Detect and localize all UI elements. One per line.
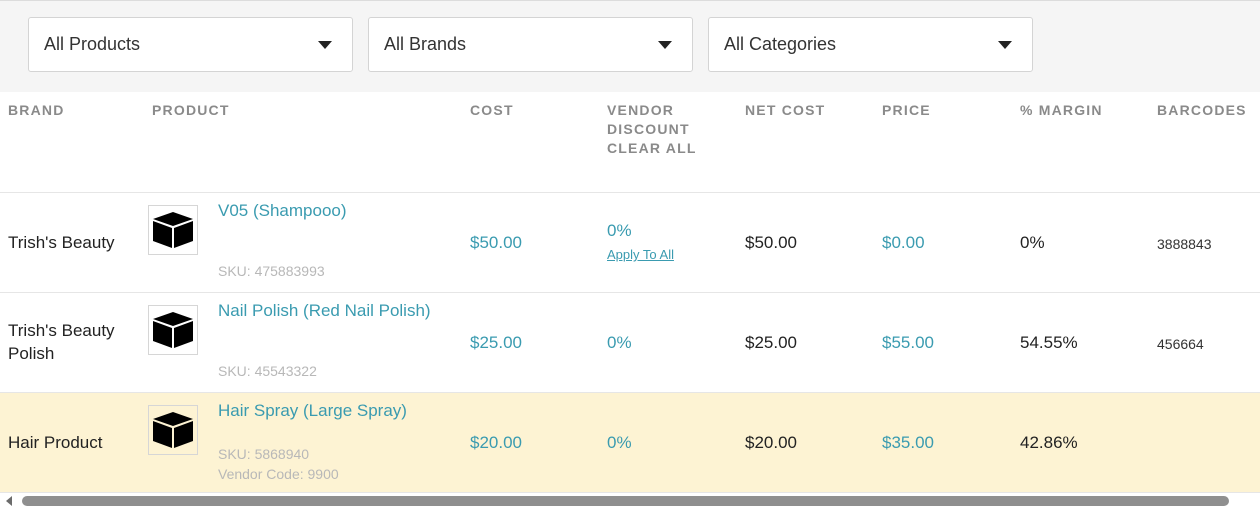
vendor-discount-label-line1: VENDOR bbox=[607, 102, 675, 118]
product-name-link[interactable]: Hair Spray (Large Spray) bbox=[218, 399, 407, 422]
column-header-price[interactable]: PRICE bbox=[882, 101, 931, 120]
product-thumbnail[interactable] bbox=[148, 205, 198, 255]
categories-filter-value: All Categories bbox=[724, 34, 837, 54]
column-header-brand[interactable]: BRAND bbox=[8, 101, 65, 120]
box-icon bbox=[153, 312, 193, 348]
caret-down-icon bbox=[318, 41, 332, 49]
product-name-link[interactable]: Nail Polish (Red Nail Polish) bbox=[218, 299, 431, 322]
table-row[interactable]: Hair Product Hair Spray (Large Spray) SK… bbox=[0, 393, 1260, 493]
cost-value[interactable]: $50.00 bbox=[470, 231, 522, 254]
cost-value[interactable]: $20.00 bbox=[470, 431, 522, 454]
categories-filter-select[interactable]: All Categories bbox=[708, 17, 1033, 72]
vendor-discount-value[interactable]: 0% bbox=[607, 219, 632, 242]
product-sku: SKU: 475883993 bbox=[218, 263, 325, 279]
column-header-barcodes[interactable]: BARCODES bbox=[1157, 101, 1247, 120]
product-thumbnail[interactable] bbox=[148, 305, 198, 355]
vendor-code: Vendor Code: 9900 bbox=[218, 466, 339, 482]
box-icon bbox=[153, 412, 193, 448]
margin-value: 54.55% bbox=[1020, 333, 1078, 352]
scroll-left-arrow-icon[interactable] bbox=[6, 496, 12, 506]
vendor-discount-label-line2: DISCOUNT bbox=[607, 121, 690, 137]
table-header: BRAND PRODUCT COST VENDOR DISCOUNT CLEAR… bbox=[0, 92, 1260, 193]
apply-to-all-link[interactable]: Apply To All bbox=[607, 247, 674, 262]
vendor-discount-value[interactable]: 0% bbox=[607, 331, 632, 354]
product-sku: SKU: 5868940 bbox=[218, 446, 310, 462]
net-cost-value: $25.00 bbox=[745, 333, 797, 352]
brand-cell: Trish's Beauty bbox=[8, 233, 115, 252]
horizontal-scrollbar[interactable] bbox=[0, 493, 1260, 507]
products-filter-value: All Products bbox=[44, 34, 141, 54]
price-value[interactable]: $55.00 bbox=[882, 331, 934, 354]
caret-down-icon bbox=[998, 41, 1012, 49]
brands-filter-select[interactable]: All Brands bbox=[368, 17, 693, 72]
barcode-value: 456664 bbox=[1157, 336, 1204, 352]
margin-value: 42.86% bbox=[1020, 433, 1078, 452]
product-sku: SKU: 45543322 bbox=[218, 363, 317, 379]
net-cost-value: $20.00 bbox=[745, 433, 797, 452]
margin-value: 0% bbox=[1020, 233, 1045, 252]
caret-down-icon bbox=[658, 41, 672, 49]
column-header-net-cost[interactable]: NET COST bbox=[745, 101, 825, 120]
column-header-cost[interactable]: COST bbox=[470, 101, 514, 120]
product-name-link[interactable]: V05 (Shampooo) bbox=[218, 199, 347, 222]
scrollbar-thumb[interactable] bbox=[22, 496, 1229, 506]
column-header-margin[interactable]: % MARGIN bbox=[1020, 101, 1103, 120]
brands-filter-value: All Brands bbox=[384, 34, 467, 54]
brand-line: Trish's Beauty bbox=[8, 321, 115, 340]
products-filter-select[interactable]: All Products bbox=[28, 17, 353, 72]
clear-all-link[interactable]: CLEAR ALL bbox=[607, 139, 697, 158]
table-row[interactable]: Trish's Beauty Polish Nail Polish (Red N… bbox=[0, 293, 1260, 393]
box-icon bbox=[153, 212, 193, 248]
brand-cell: Trish's Beauty Polish bbox=[8, 319, 115, 365]
vendor-discount-value[interactable]: 0% bbox=[607, 431, 632, 454]
brand-line: Polish bbox=[8, 344, 55, 363]
product-thumbnail[interactable] bbox=[148, 405, 198, 455]
brand-cell: Hair Product bbox=[8, 433, 103, 452]
filter-bar: All Products All Brands All Categories bbox=[0, 0, 1260, 92]
product-table: BRAND PRODUCT COST VENDOR DISCOUNT CLEAR… bbox=[0, 92, 1260, 493]
price-value[interactable]: $0.00 bbox=[882, 231, 925, 254]
cost-value[interactable]: $25.00 bbox=[470, 331, 522, 354]
table-row[interactable]: Trish's Beauty V05 (Shampooo) SKU: 47588… bbox=[0, 193, 1260, 293]
column-header-vendor-discount: VENDOR DISCOUNT CLEAR ALL bbox=[607, 101, 697, 158]
column-header-product[interactable]: PRODUCT bbox=[152, 101, 230, 120]
barcode-value: 3888843 bbox=[1157, 236, 1212, 252]
net-cost-value: $50.00 bbox=[745, 233, 797, 252]
price-value[interactable]: $35.00 bbox=[882, 431, 934, 454]
product-pricing-page: All Products All Brands All Categories B… bbox=[0, 0, 1260, 507]
